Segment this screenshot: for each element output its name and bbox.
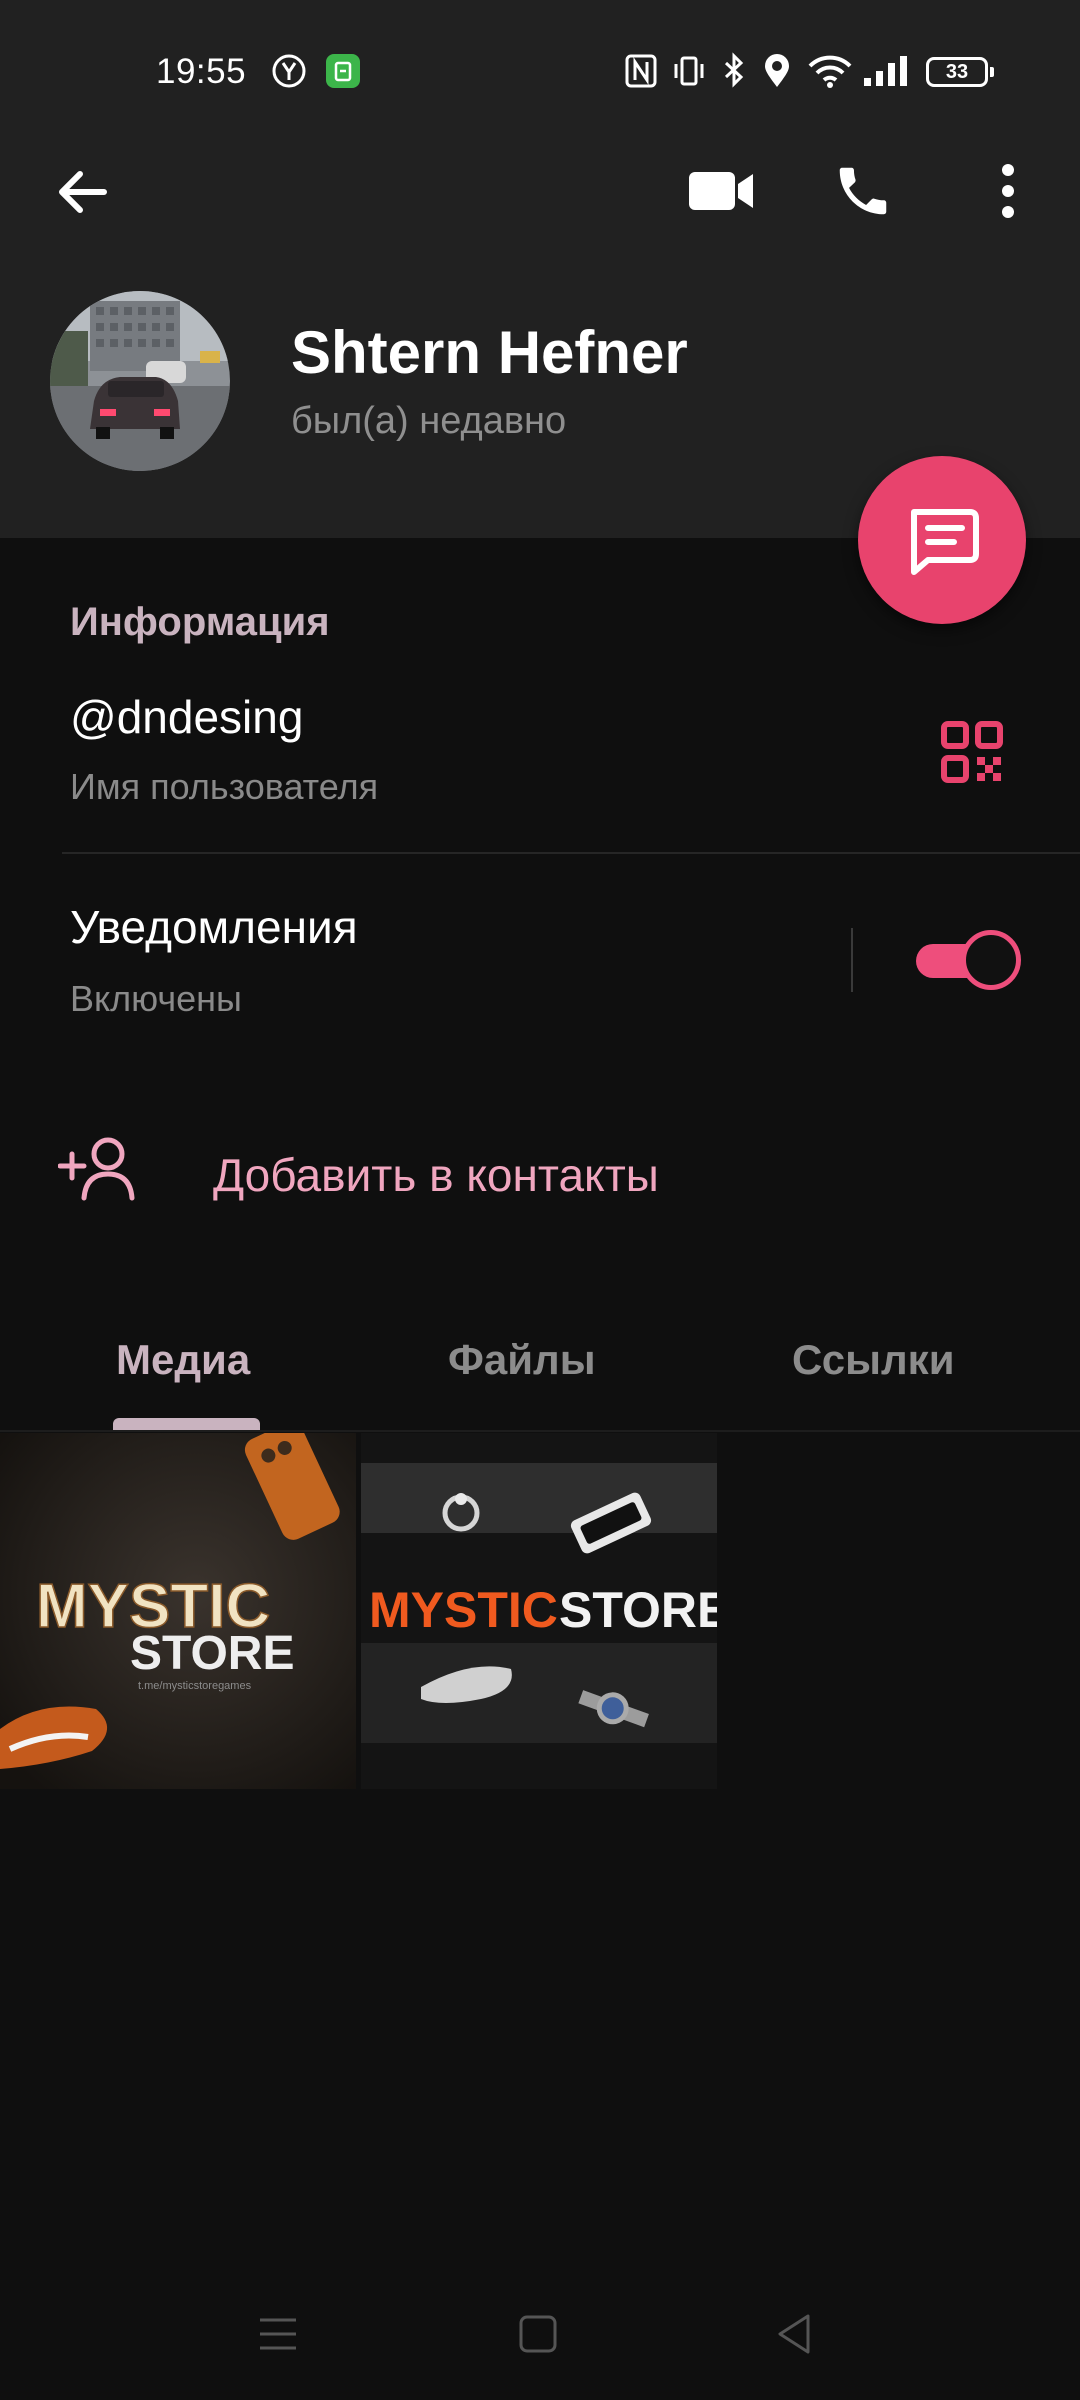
phone-icon (839, 167, 887, 215)
nfc-icon (624, 52, 658, 99)
username-value[interactable]: @dndesing (70, 690, 303, 744)
signal-icon (862, 52, 910, 99)
media-text-overlay: MYSTIC STORE (369, 1582, 717, 1638)
triangle-back-icon (778, 2314, 810, 2354)
qr-code-button[interactable] (940, 720, 1004, 784)
status-time: 19:55 (156, 52, 247, 91)
active-tab-indicator (113, 1418, 260, 1430)
add-to-contacts-label: Добавить в контакты (213, 1149, 659, 1201)
add-to-contacts-button[interactable]: Добавить в контакты (0, 1120, 1080, 1230)
add-person-icon (57, 1134, 142, 1211)
voice-call-button[interactable] (832, 160, 894, 227)
vertical-divider (851, 928, 853, 992)
notifications-toggle[interactable] (916, 930, 1021, 990)
tabs-divider (0, 1430, 1080, 1432)
home-square-icon (519, 2315, 557, 2353)
yandex-icon (270, 52, 308, 99)
media-thumbnail[interactable]: MYSTIC STORE (361, 1433, 717, 1789)
notifications-status: Включены (70, 978, 242, 1019)
more-options-button[interactable] (990, 160, 1026, 227)
video-call-button[interactable] (686, 164, 756, 223)
divider (62, 852, 1080, 854)
vibrate-icon (672, 52, 706, 99)
status-bar: 19:55 33 (0, 40, 1080, 104)
media-2-word1: MYSTIC (369, 1582, 558, 1638)
info-section-title: Информация (70, 600, 330, 644)
app-notification-icon (324, 52, 362, 99)
media-1-caption: t.me/mysticstoregames (138, 1680, 252, 1692)
home-button[interactable] (518, 2314, 558, 2359)
arrow-left-icon (59, 171, 107, 213)
media-tabs: Медиа Файлы Ссылки (0, 1300, 1080, 1432)
profile-screen: 19:55 33 Shtern Hefner был(а) недавно Ин… (0, 0, 1080, 2400)
more-vertical-icon (1002, 164, 1014, 218)
media-thumbnail[interactable]: MYSTIC STORE t.me/mysticstoregames (0, 1433, 356, 1789)
avatar-image (50, 291, 230, 471)
notifications-title[interactable]: Уведомления (70, 900, 358, 954)
wifi-icon (808, 52, 852, 99)
last-seen-status: был(а) недавно (291, 400, 567, 442)
tab-links[interactable]: Ссылки (792, 1336, 955, 1384)
toggle-thumb (961, 930, 1021, 990)
tab-media[interactable]: Медиа (116, 1336, 250, 1384)
back-nav-button[interactable] (774, 2312, 814, 2361)
media-text-overlay: MYSTIC STORE t.me/mysticstoregames (35, 1571, 294, 1692)
media-2-word2: STORE (559, 1582, 717, 1638)
send-message-button[interactable] (858, 456, 1026, 624)
qr-code-icon (941, 721, 1003, 783)
tab-files[interactable]: Файлы (448, 1336, 596, 1384)
video-camera-icon (689, 172, 753, 210)
username-label: Имя пользователя (70, 766, 379, 807)
message-icon (911, 509, 979, 575)
profile-name: Shtern Hefner (291, 319, 688, 386)
recents-button[interactable] (258, 2314, 298, 2359)
system-navigation-bar (0, 2290, 1080, 2380)
back-button[interactable] (52, 162, 112, 227)
location-icon (762, 52, 792, 99)
avatar[interactable] (50, 291, 230, 471)
bluetooth-icon (720, 52, 748, 99)
menu-icon (260, 2318, 296, 2350)
battery-indicator: 33 (926, 57, 994, 87)
media-1-line2: STORE (130, 1627, 294, 1680)
